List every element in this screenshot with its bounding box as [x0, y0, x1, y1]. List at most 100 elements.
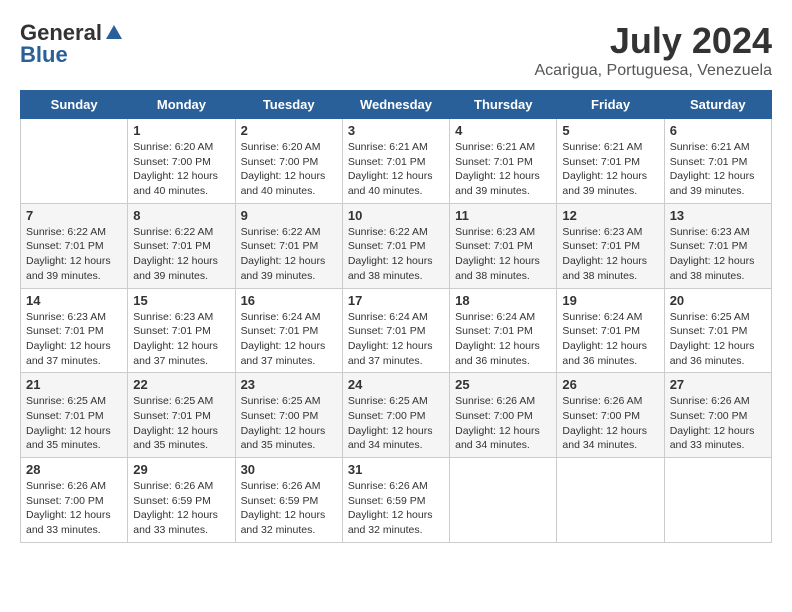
calendar-cell: 21 Sunrise: 6:25 AMSunset: 7:01 PMDayligh… — [21, 373, 128, 458]
day-info: Sunrise: 6:25 AMSunset: 7:01 PMDaylight:… — [26, 394, 122, 453]
calendar-header-row: SundayMondayTuesdayWednesdayThursdayFrid… — [21, 91, 772, 119]
day-number: 11 — [455, 208, 551, 223]
calendar-cell: 4 Sunrise: 6:21 AMSunset: 7:01 PMDaylight… — [450, 119, 557, 204]
day-info: Sunrise: 6:26 AMSunset: 6:59 PMDaylight:… — [348, 479, 444, 538]
day-number: 31 — [348, 462, 444, 477]
calendar-cell: 7 Sunrise: 6:22 AMSunset: 7:01 PMDaylight… — [21, 203, 128, 288]
day-info: Sunrise: 6:21 AMSunset: 7:01 PMDaylight:… — [562, 140, 658, 199]
page-header: General Blue July 2024 Acarigua, Portugu… — [20, 20, 772, 80]
day-number: 17 — [348, 293, 444, 308]
calendar-cell: 8 Sunrise: 6:22 AMSunset: 7:01 PMDaylight… — [128, 203, 235, 288]
calendar-cell: 28 Sunrise: 6:26 AMSunset: 7:00 PMDayligh… — [21, 458, 128, 543]
day-number: 26 — [562, 377, 658, 392]
calendar-cell: 18 Sunrise: 6:24 AMSunset: 7:01 PMDayligh… — [450, 288, 557, 373]
day-info: Sunrise: 6:22 AMSunset: 7:01 PMDaylight:… — [133, 225, 229, 284]
day-info: Sunrise: 6:20 AMSunset: 7:00 PMDaylight:… — [241, 140, 337, 199]
day-info: Sunrise: 6:22 AMSunset: 7:01 PMDaylight:… — [241, 225, 337, 284]
day-header-tuesday: Tuesday — [235, 91, 342, 119]
day-number: 7 — [26, 208, 122, 223]
day-number: 20 — [670, 293, 766, 308]
day-header-saturday: Saturday — [664, 91, 771, 119]
day-header-wednesday: Wednesday — [342, 91, 449, 119]
calendar-cell: 26 Sunrise: 6:26 AMSunset: 7:00 PMDayligh… — [557, 373, 664, 458]
day-number: 2 — [241, 123, 337, 138]
calendar-cell: 22 Sunrise: 6:25 AMSunset: 7:01 PMDayligh… — [128, 373, 235, 458]
day-number: 24 — [348, 377, 444, 392]
calendar-cell — [664, 458, 771, 543]
day-info: Sunrise: 6:26 AMSunset: 7:00 PMDaylight:… — [26, 479, 122, 538]
calendar-cell: 5 Sunrise: 6:21 AMSunset: 7:01 PMDaylight… — [557, 119, 664, 204]
day-header-friday: Friday — [557, 91, 664, 119]
main-title: July 2024 — [535, 20, 773, 62]
day-info: Sunrise: 6:22 AMSunset: 7:01 PMDaylight:… — [26, 225, 122, 284]
calendar-cell: 24 Sunrise: 6:25 AMSunset: 7:00 PMDayligh… — [342, 373, 449, 458]
calendar-cell: 9 Sunrise: 6:22 AMSunset: 7:01 PMDaylight… — [235, 203, 342, 288]
day-number: 1 — [133, 123, 229, 138]
day-info: Sunrise: 6:21 AMSunset: 7:01 PMDaylight:… — [455, 140, 551, 199]
calendar-week-row: 21 Sunrise: 6:25 AMSunset: 7:01 PMDayligh… — [21, 373, 772, 458]
day-number: 25 — [455, 377, 551, 392]
day-number: 6 — [670, 123, 766, 138]
day-number: 19 — [562, 293, 658, 308]
day-info: Sunrise: 6:24 AMSunset: 7:01 PMDaylight:… — [562, 310, 658, 369]
day-number: 3 — [348, 123, 444, 138]
day-number: 22 — [133, 377, 229, 392]
calendar-cell: 10 Sunrise: 6:22 AMSunset: 7:01 PMDayligh… — [342, 203, 449, 288]
day-info: Sunrise: 6:23 AMSunset: 7:01 PMDaylight:… — [26, 310, 122, 369]
day-info: Sunrise: 6:25 AMSunset: 7:01 PMDaylight:… — [133, 394, 229, 453]
day-number: 21 — [26, 377, 122, 392]
day-info: Sunrise: 6:23 AMSunset: 7:01 PMDaylight:… — [562, 225, 658, 284]
day-number: 28 — [26, 462, 122, 477]
day-info: Sunrise: 6:22 AMSunset: 7:01 PMDaylight:… — [348, 225, 444, 284]
day-info: Sunrise: 6:20 AMSunset: 7:00 PMDaylight:… — [133, 140, 229, 199]
day-info: Sunrise: 6:26 AMSunset: 7:00 PMDaylight:… — [562, 394, 658, 453]
day-header-monday: Monday — [128, 91, 235, 119]
day-number: 9 — [241, 208, 337, 223]
calendar-week-row: 7 Sunrise: 6:22 AMSunset: 7:01 PMDaylight… — [21, 203, 772, 288]
day-number: 10 — [348, 208, 444, 223]
day-info: Sunrise: 6:23 AMSunset: 7:01 PMDaylight:… — [670, 225, 766, 284]
calendar-week-row: 14Sunrise: 6:23 AMSunset: 7:01 PMDayligh… — [21, 288, 772, 373]
day-info: Sunrise: 6:21 AMSunset: 7:01 PMDaylight:… — [670, 140, 766, 199]
day-info: Sunrise: 6:23 AMSunset: 7:01 PMDaylight:… — [455, 225, 551, 284]
calendar-cell: 1 Sunrise: 6:20 AMSunset: 7:00 PMDaylight… — [128, 119, 235, 204]
day-info: Sunrise: 6:25 AMSunset: 7:00 PMDaylight:… — [241, 394, 337, 453]
day-number: 8 — [133, 208, 229, 223]
day-header-thursday: Thursday — [450, 91, 557, 119]
day-info: Sunrise: 6:24 AMSunset: 7:01 PMDaylight:… — [348, 310, 444, 369]
day-info: Sunrise: 6:24 AMSunset: 7:01 PMDaylight:… — [455, 310, 551, 369]
calendar-cell: 17 Sunrise: 6:24 AMSunset: 7:01 PMDayligh… — [342, 288, 449, 373]
day-info: Sunrise: 6:26 AMSunset: 7:00 PMDaylight:… — [455, 394, 551, 453]
calendar-cell: 2 Sunrise: 6:20 AMSunset: 7:00 PMDaylight… — [235, 119, 342, 204]
calendar-cell: 12 Sunrise: 6:23 AMSunset: 7:01 PMDayligh… — [557, 203, 664, 288]
calendar-cell: 14Sunrise: 6:23 AMSunset: 7:01 PMDayligh… — [21, 288, 128, 373]
day-number: 27 — [670, 377, 766, 392]
calendar-cell: 27Sunrise: 6:26 AMSunset: 7:00 PMDayligh… — [664, 373, 771, 458]
calendar-cell: 20Sunrise: 6:25 AMSunset: 7:01 PMDayligh… — [664, 288, 771, 373]
logo: General Blue — [20, 20, 126, 68]
day-info: Sunrise: 6:26 AMSunset: 6:59 PMDaylight:… — [241, 479, 337, 538]
day-number: 13 — [670, 208, 766, 223]
calendar-cell: 29Sunrise: 6:26 AMSunset: 6:59 PMDayligh… — [128, 458, 235, 543]
subtitle: Acarigua, Portuguesa, Venezuela — [535, 62, 773, 80]
logo-icon — [104, 23, 124, 43]
calendar-cell: 16 Sunrise: 6:24 AMSunset: 7:01 PMDayligh… — [235, 288, 342, 373]
day-number: 23 — [241, 377, 337, 392]
day-number: 18 — [455, 293, 551, 308]
day-info: Sunrise: 6:24 AMSunset: 7:01 PMDaylight:… — [241, 310, 337, 369]
day-info: Sunrise: 6:23 AMSunset: 7:01 PMDaylight:… — [133, 310, 229, 369]
calendar-cell — [557, 458, 664, 543]
day-info: Sunrise: 6:21 AMSunset: 7:01 PMDaylight:… — [348, 140, 444, 199]
calendar-cell — [450, 458, 557, 543]
day-info: Sunrise: 6:25 AMSunset: 7:00 PMDaylight:… — [348, 394, 444, 453]
day-header-sunday: Sunday — [21, 91, 128, 119]
day-number: 12 — [562, 208, 658, 223]
calendar-cell: 13 Sunrise: 6:23 AMSunset: 7:01 PMDayligh… — [664, 203, 771, 288]
day-number: 30 — [241, 462, 337, 477]
day-number: 29 — [133, 462, 229, 477]
day-number: 16 — [241, 293, 337, 308]
calendar-cell: 19 Sunrise: 6:24 AMSunset: 7:01 PMDayligh… — [557, 288, 664, 373]
day-number: 4 — [455, 123, 551, 138]
day-number: 5 — [562, 123, 658, 138]
calendar-cell: 30 Sunrise: 6:26 AMSunset: 6:59 PMDayligh… — [235, 458, 342, 543]
